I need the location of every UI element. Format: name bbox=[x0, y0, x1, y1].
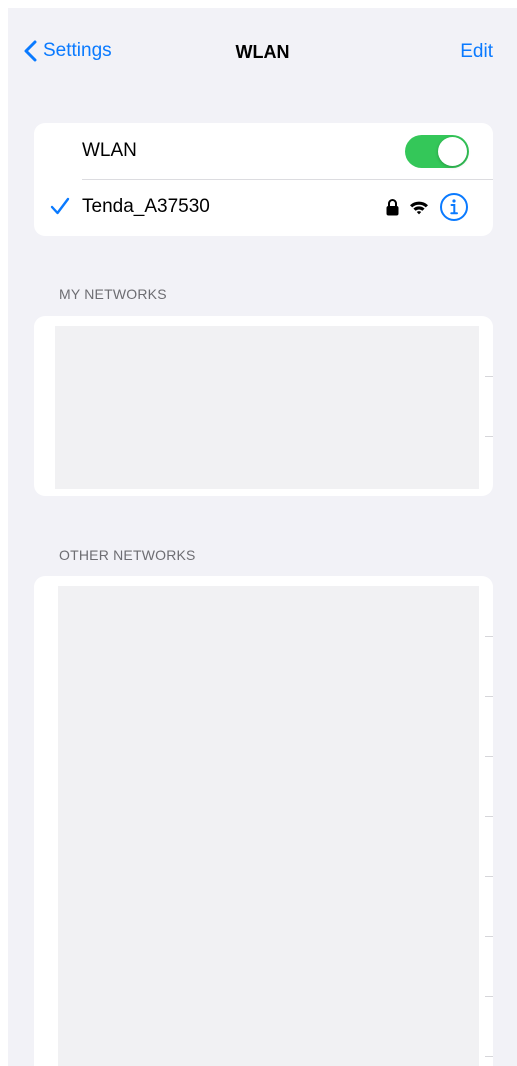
other-networks-card bbox=[34, 576, 493, 1066]
other-networks-header: OTHER NETWORKS bbox=[59, 547, 196, 563]
row-divider bbox=[485, 876, 493, 877]
edit-button[interactable]: Edit bbox=[460, 41, 493, 63]
row-divider bbox=[485, 816, 493, 817]
wlan-settings-screen: Settings WLAN Edit WLAN Tenda_A37530 MY … bbox=[8, 8, 517, 1066]
my-networks-card bbox=[34, 316, 493, 496]
wlan-label: WLAN bbox=[82, 140, 137, 161]
wlan-card: WLAN Tenda_A37530 bbox=[34, 123, 493, 236]
checkmark-icon bbox=[50, 197, 70, 215]
row-divider bbox=[485, 696, 493, 697]
row-divider bbox=[485, 936, 493, 937]
my-networks-list bbox=[55, 326, 479, 489]
lock-icon bbox=[386, 198, 399, 215]
navigation-bar: Settings WLAN Edit bbox=[8, 8, 517, 98]
wlan-toggle[interactable] bbox=[405, 135, 469, 168]
row-divider bbox=[485, 996, 493, 997]
network-name: Tenda_A37530 bbox=[82, 196, 210, 217]
row-divider bbox=[485, 436, 493, 437]
toggle-knob bbox=[438, 137, 467, 166]
row-divider bbox=[485, 376, 493, 377]
row-divider bbox=[485, 1056, 493, 1057]
other-networks-list bbox=[58, 586, 479, 1066]
wifi-icon bbox=[410, 201, 428, 214]
connected-network-row[interactable]: Tenda_A37530 bbox=[34, 179, 493, 235]
row-divider bbox=[485, 756, 493, 757]
info-icon[interactable] bbox=[439, 192, 469, 222]
page-title: WLAN bbox=[235, 42, 290, 62]
row-divider bbox=[485, 636, 493, 637]
my-networks-header: MY NETWORKS bbox=[59, 286, 167, 302]
network-status-icons bbox=[376, 191, 469, 223]
wlan-toggle-row: WLAN bbox=[34, 123, 493, 179]
